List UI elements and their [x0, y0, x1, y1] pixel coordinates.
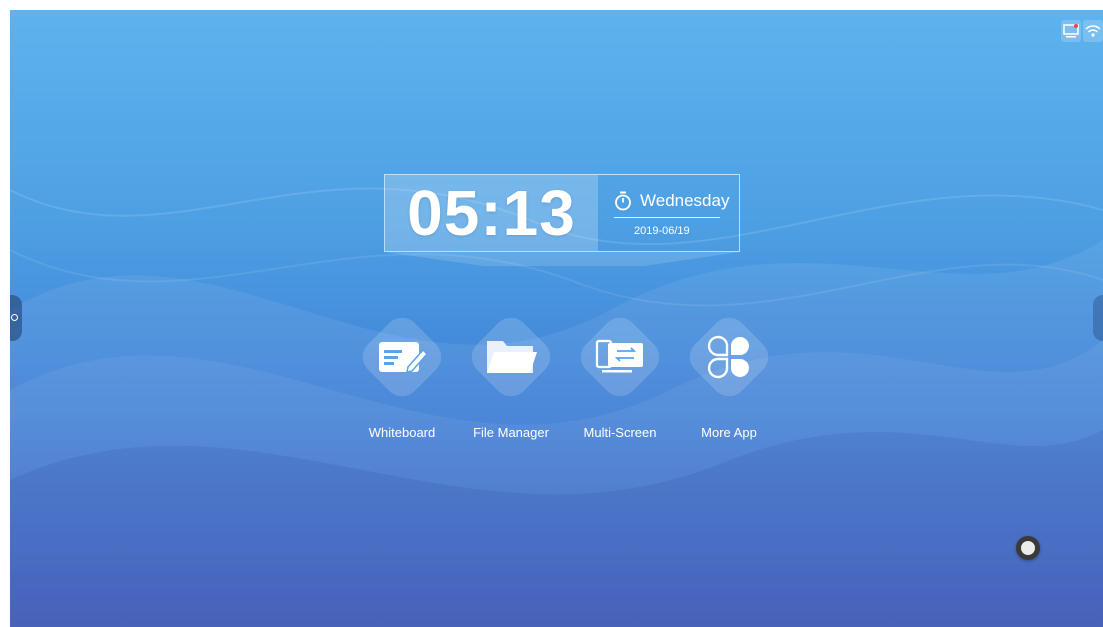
app-whiteboard[interactable]: Whiteboard: [350, 310, 454, 454]
handle-ring-icon: [11, 314, 18, 321]
date: 2019-06/19: [634, 225, 690, 237]
app-label-file-manager: File Manager: [473, 425, 549, 440]
floating-button-dot: [1021, 541, 1035, 555]
home-screen: 05:13 Wednesday 2019-06/19 Whiteboard Fi…: [10, 10, 1103, 627]
clock-time: 05:13: [407, 177, 576, 249]
clock-pointer: [384, 252, 740, 266]
app-launcher: Whiteboard File Manager Multi-Screen Mor…: [350, 310, 782, 454]
app-file-manager[interactable]: File Manager: [459, 310, 563, 454]
app-label-whiteboard: Whiteboard: [368, 425, 436, 440]
app-multi-screen[interactable]: Multi-Screen: [568, 310, 672, 454]
clock-time-panel: 05:13: [385, 175, 598, 251]
whiteboard-icon: [372, 327, 432, 387]
weekday-row: Wednesday: [614, 191, 729, 211]
more-apps-icon: [699, 327, 759, 387]
app-label-multi-screen: Multi-Screen: [583, 425, 657, 440]
clock-date-panel: Wednesday 2019-06/19: [598, 175, 739, 251]
right-edge-handle[interactable]: [1093, 295, 1103, 341]
status-bar: [1061, 20, 1103, 42]
wifi-icon[interactable]: [1083, 20, 1103, 42]
multi-screen-icon: [590, 327, 650, 387]
screen-cast-icon[interactable]: [1061, 20, 1081, 42]
timer-icon: [615, 191, 631, 211]
date-divider: [614, 217, 720, 218]
folder-icon: [481, 327, 541, 387]
app-more-app[interactable]: More App: [677, 310, 781, 454]
app-label-more-app: More App: [701, 425, 757, 440]
weekday: Wednesday: [640, 191, 730, 210]
left-edge-handle[interactable]: [10, 295, 22, 341]
clock-widget[interactable]: 05:13 Wednesday 2019-06/19: [384, 174, 740, 252]
floating-menu-button[interactable]: [1016, 536, 1040, 560]
